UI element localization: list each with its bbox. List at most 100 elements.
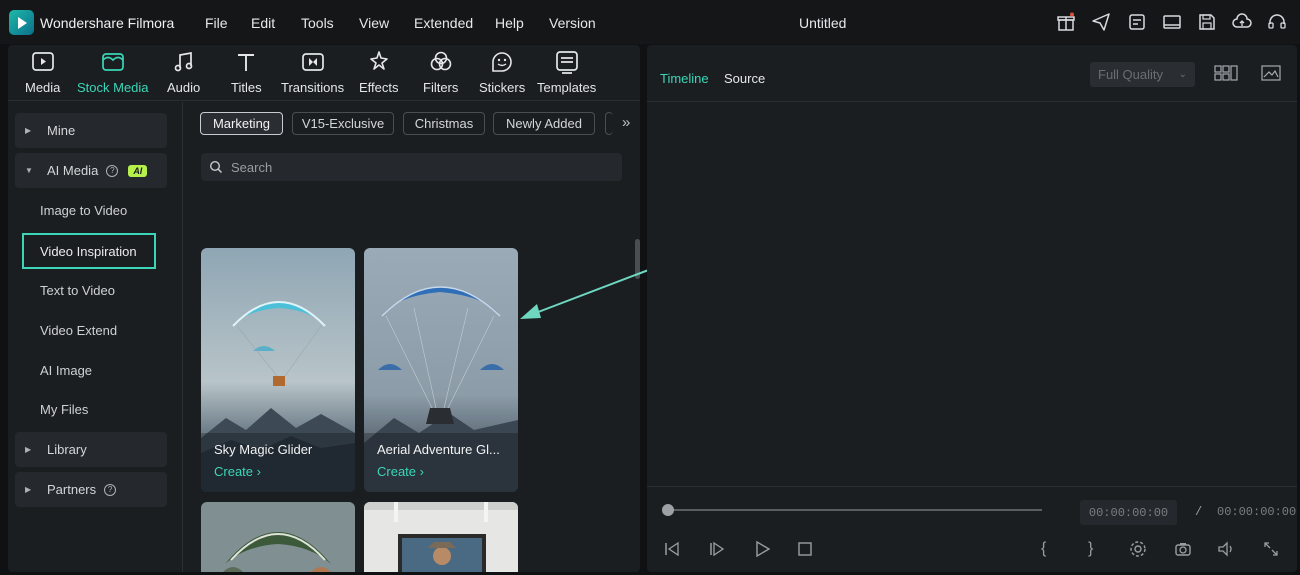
- caret-down-icon: ▼: [25, 166, 33, 175]
- filter-chip-christmas[interactable]: Christmas: [403, 112, 485, 135]
- sidebar-group-partners[interactable]: ▶ Partners ?: [15, 472, 167, 507]
- gift-icon[interactable]: [1056, 12, 1076, 32]
- template-card[interactable]: [364, 502, 518, 572]
- tab-audio[interactable]: Audio: [167, 49, 200, 95]
- tab-media[interactable]: Media: [25, 49, 60, 95]
- volume-icon[interactable]: [1217, 540, 1235, 558]
- text-t-icon: [238, 54, 255, 71]
- tab-stickers[interactable]: Stickers: [479, 49, 525, 95]
- preview-panel: Timeline Source Full Quality ⌄ 00:00:00:…: [647, 45, 1297, 572]
- cloud-upload-icon[interactable]: [1232, 12, 1252, 32]
- app-name: Wondershare Filmora: [40, 15, 175, 31]
- tab-stickers-label: Stickers: [479, 80, 526, 95]
- checklist-icon[interactable]: [1127, 12, 1147, 32]
- menu-version[interactable]: Version: [549, 15, 596, 31]
- help-icon[interactable]: ?: [106, 164, 119, 177]
- template-card[interactable]: Sky Magic Glider Create ›: [201, 248, 355, 492]
- sidebar-item-text-to-video[interactable]: Text to Video: [40, 283, 115, 298]
- tab-source[interactable]: Source: [724, 71, 765, 86]
- tab-media-label: Media: [25, 80, 61, 95]
- tab-stock-media-label: Stock Media: [77, 80, 149, 95]
- sidebar-item-video-extend[interactable]: Video Extend: [40, 323, 117, 338]
- search-input[interactable]: Search: [201, 153, 622, 181]
- menu-edit[interactable]: Edit: [251, 15, 275, 31]
- filter-chip-marketing[interactable]: Marketing: [200, 112, 283, 135]
- sidebar-group-ai-media[interactable]: ▼ AI Media ? AI: [15, 153, 167, 188]
- menu-file[interactable]: File: [205, 15, 228, 31]
- sidebar-group-label: Partners: [47, 482, 97, 497]
- music-note-icon: [174, 51, 192, 72]
- current-timecode[interactable]: 00:00:00:00: [1080, 500, 1177, 525]
- chevron-double-right-icon[interactable]: »: [622, 114, 630, 131]
- image-icon[interactable]: [1261, 65, 1281, 86]
- grid-layout-icon[interactable]: [1214, 65, 1238, 86]
- tab-filters-label: Filters: [423, 80, 459, 95]
- play-icon[interactable]: [753, 540, 771, 558]
- sidebar-group-label: Mine: [47, 123, 76, 138]
- stock-media-icon: [101, 53, 124, 71]
- snapshot-camera-icon[interactable]: [1174, 540, 1192, 558]
- search-icon: [209, 160, 223, 174]
- sidebar-item-ai-image[interactable]: AI Image: [40, 363, 92, 378]
- tab-timeline[interactable]: Timeline: [660, 71, 709, 86]
- tab-effects-label: Effects: [359, 80, 399, 95]
- filmora-logo-icon: [9, 10, 34, 35]
- total-timecode: 00:00:00:00: [1217, 505, 1297, 519]
- template-card[interactable]: [201, 502, 355, 572]
- mark-out-icon[interactable]: }: [1088, 540, 1106, 558]
- create-link[interactable]: Create ›: [377, 464, 424, 479]
- tab-templates[interactable]: Templates: [537, 49, 596, 95]
- menu-extended[interactable]: Extended: [414, 15, 473, 31]
- menu-help[interactable]: Help: [495, 15, 524, 31]
- filmora-window: Wondershare Filmora File Edit Tools View…: [0, 0, 1300, 575]
- tab-templates-label: Templates: [537, 80, 597, 95]
- stop-icon[interactable]: [796, 540, 814, 558]
- mark-in-icon[interactable]: {: [1041, 540, 1059, 558]
- tab-titles[interactable]: Titles: [231, 49, 262, 95]
- quality-value: Full Quality: [1098, 67, 1164, 82]
- caret-right-icon: ▶: [25, 126, 32, 135]
- template-title: Sky Magic Glider: [214, 442, 313, 457]
- chevron-down-icon: ⌄: [1178, 69, 1187, 80]
- sidebar-item-image-to-video[interactable]: Image to Video: [40, 203, 127, 218]
- preview-canvas[interactable]: [647, 101, 1297, 487]
- filter-chip-v15-exclusive[interactable]: V15-Exclusive: [292, 112, 394, 135]
- sidebar-item-video-inspiration[interactable]: Video Inspiration: [22, 233, 156, 269]
- playback-progress-knob[interactable]: [662, 504, 674, 516]
- filter-chip-partial[interactable]: [605, 112, 613, 135]
- sidebar-item-my-files[interactable]: My Files: [40, 402, 88, 417]
- headset-icon[interactable]: [1267, 12, 1287, 32]
- menu-view[interactable]: View: [359, 15, 389, 31]
- sidebar-group-mine[interactable]: ▶ Mine: [15, 113, 167, 148]
- title-bar: Wondershare Filmora File Edit Tools View…: [0, 0, 1300, 44]
- quality-select[interactable]: Full Quality ⌄: [1090, 62, 1195, 87]
- filter-chip-newly-added[interactable]: Newly Added: [493, 112, 595, 135]
- menu-tools[interactable]: Tools: [301, 15, 334, 31]
- tab-filters[interactable]: Filters: [423, 49, 458, 95]
- sidebar-group-label: AI Media: [47, 163, 99, 178]
- effects-icon: [369, 51, 388, 70]
- fullscreen-icon[interactable]: [1262, 540, 1280, 558]
- sidebar-group-library[interactable]: ▶ Library: [15, 432, 167, 467]
- stock-sidebar: ▶ Mine ▼ AI Media ? AI Image to Video Vi…: [8, 102, 183, 572]
- tab-transitions-label: Transitions: [281, 80, 345, 95]
- transitions-icon: [301, 53, 324, 71]
- filters-icon: [430, 51, 451, 71]
- media-tabs: Media Stock Media Audio Titles Transitio…: [8, 45, 640, 101]
- send-icon[interactable]: [1091, 12, 1111, 32]
- tab-effects[interactable]: Effects: [359, 49, 399, 95]
- stock-content: Marketing V15-Exclusive Christmas Newly …: [184, 102, 640, 572]
- document-title: Untitled: [799, 15, 847, 31]
- playback-progress-track[interactable]: [667, 509, 1042, 511]
- help-icon[interactable]: ?: [104, 483, 117, 496]
- previous-frame-icon[interactable]: [663, 540, 681, 558]
- next-frame-icon[interactable]: [708, 540, 726, 558]
- tab-stock-media[interactable]: Stock Media: [77, 49, 149, 95]
- settings-gear-icon[interactable]: [1129, 540, 1147, 558]
- template-card[interactable]: Aerial Adventure Gl... Create ›: [364, 248, 518, 492]
- display-icon[interactable]: [1162, 12, 1182, 32]
- tab-transitions[interactable]: Transitions: [281, 49, 344, 95]
- save-icon[interactable]: [1197, 12, 1217, 32]
- create-link[interactable]: Create ›: [214, 464, 261, 479]
- tab-titles-label: Titles: [231, 80, 262, 95]
